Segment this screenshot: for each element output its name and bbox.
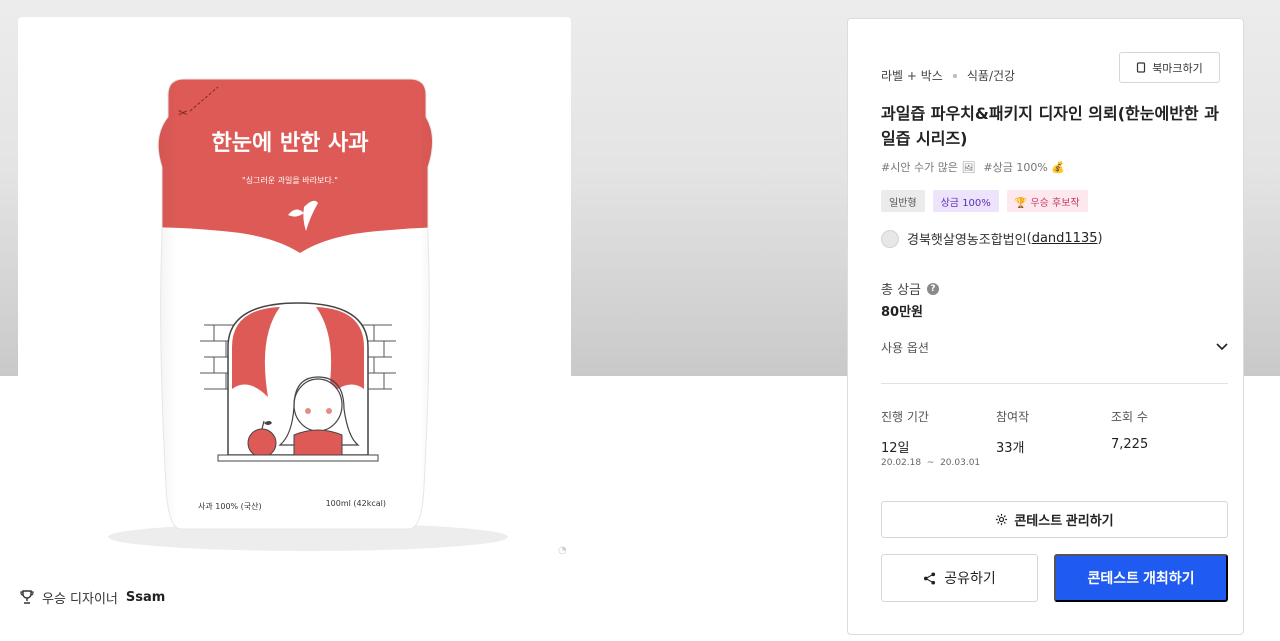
hashtag[interactable]: #시안 수가 많은 🖼	[881, 159, 975, 175]
contest-info-panel: 라벨 + 박스 식품/건강 북마크하기 과일즙 파우치&패키지 디자인 의뢰(한…	[847, 18, 1244, 635]
stat-entries-label: 참여작	[996, 410, 1030, 424]
svg-text:✂: ✂	[178, 106, 188, 120]
usage-label: 사용 옵션	[881, 340, 929, 355]
breadcrumb-subcategory[interactable]: 식품/건강	[967, 67, 1015, 84]
divider	[881, 383, 1228, 384]
share-icon	[924, 571, 936, 585]
badge-prize: 상금 100%	[932, 190, 999, 212]
hashtags: #시안 수가 많은 🖼 #상금 100% 💰	[881, 159, 1065, 175]
prize-value: 80만원	[881, 305, 924, 320]
gear-icon	[996, 513, 1008, 526]
bookmark-button[interactable]: 북마크하기	[1119, 52, 1220, 83]
juice-pouch-illustration: ✂ 한눈에 반한 사과 "싱그러운 과일을 바라보다." 사과 100% (국산…	[108, 78, 567, 556]
hashtag[interactable]: #상금 100% 💰	[983, 159, 1065, 175]
contest-stats: 진행 기간 12일 20.02.18 ~ 20.03.01 참여작 33개 조회…	[881, 408, 1228, 468]
breadcrumb: 라벨 + 박스 식품/건강	[881, 67, 1015, 84]
host-handle-link[interactable]: dand1135	[1032, 231, 1098, 246]
winner-designer: 우승 디자이너 Ssam	[20, 588, 165, 607]
avatar	[881, 229, 899, 248]
prize-label: 총 상금	[881, 283, 922, 298]
stat-period-range: 20.02.18 ~ 20.03.01	[881, 458, 981, 468]
stat-period-label: 진행 기간	[881, 410, 929, 424]
stat-entries-value: 33개	[996, 441, 1025, 456]
product-image[interactable]: ✂ 한눈에 반한 사과 "싱그러운 과일을 바라보다." 사과 100% (국산…	[18, 17, 571, 570]
pouch-tagline: "싱그러운 과일을 바라보다."	[242, 175, 338, 185]
host-contest-label: 콘테스트 개최하기	[1087, 570, 1195, 586]
svg-text:◔: ◔	[558, 545, 567, 556]
share-label: 공유하기	[944, 570, 996, 586]
badge-type: 일반형	[881, 190, 925, 212]
contest-title: 과일즙 파우치&패키지 디자인 의뢰(한눈에반한 과일즙 시리즈)	[881, 104, 1219, 148]
winner-label: 우승 디자이너	[42, 591, 118, 607]
host-name: 경북햇살영농조합법인	[907, 233, 1027, 248]
breadcrumb-separator	[952, 73, 957, 78]
chevron-down-icon	[1216, 343, 1228, 351]
prize-label-row: 총 상금 ?	[881, 279, 940, 298]
share-button[interactable]: 공유하기	[881, 554, 1038, 602]
host-contest-button[interactable]: 콘테스트 개최하기	[1054, 554, 1228, 602]
manage-contest-button[interactable]: 콘테스트 관리하기	[881, 501, 1228, 538]
stat-views-label: 조회 수	[1111, 410, 1148, 424]
stat-views-value: 7,225	[1111, 437, 1149, 452]
badge-list: 일반형 상금 100% 🏆 우승 후보작	[881, 190, 1088, 212]
stat-views: 조회 수 7,225	[1111, 408, 1226, 468]
pouch-headline: 한눈에 반한 사과	[212, 131, 369, 156]
breadcrumb-category[interactable]: 라벨 + 박스	[881, 67, 943, 84]
manage-contest-label: 콘테스트 관리하기	[1014, 513, 1114, 528]
pouch-left-label: 사과 100% (국산)	[198, 501, 262, 511]
help-icon[interactable]: ?	[927, 282, 940, 295]
winner-name[interactable]: Ssam	[126, 590, 165, 605]
pouch-right-label: 100ml (42kcal)	[326, 499, 386, 508]
usage-options-toggle[interactable]: 사용 옵션	[881, 337, 1228, 357]
bookmark-icon	[1137, 62, 1146, 73]
host-info: 경북햇살영농조합법인 (dand1135)	[881, 229, 1103, 248]
stat-entries: 참여작 33개	[996, 408, 1111, 468]
stat-period-value: 12일	[881, 441, 910, 456]
bookmark-label: 북마크하기	[1152, 61, 1203, 75]
trophy-icon	[20, 590, 34, 604]
stat-period: 진행 기간 12일 20.02.18 ~ 20.03.01	[881, 408, 996, 468]
badge-winner-candidate: 🏆 우승 후보작	[1006, 190, 1088, 212]
